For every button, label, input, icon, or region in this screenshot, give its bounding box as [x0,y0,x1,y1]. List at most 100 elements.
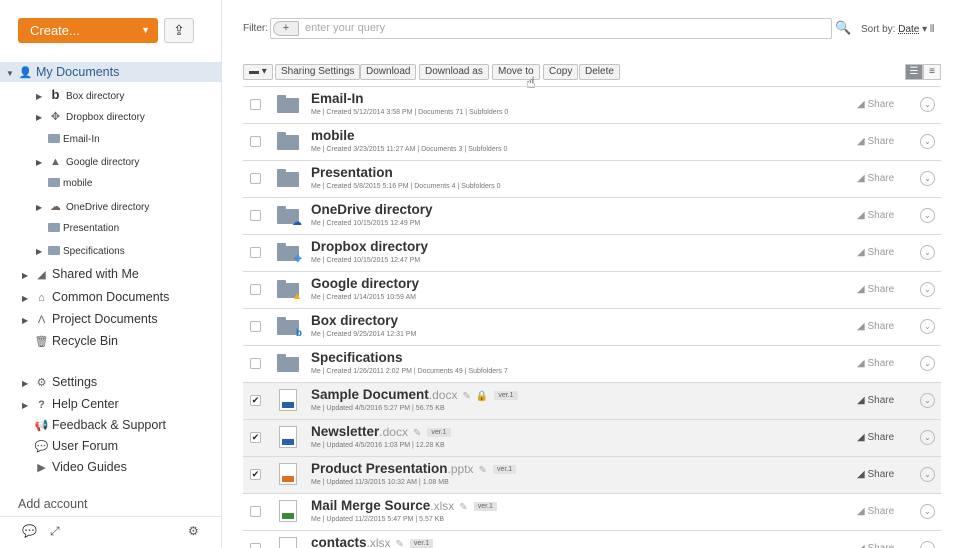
file-title[interactable]: contacts.xlsx ✎ ver.1 [311,535,434,548]
file-title[interactable]: Email-In [311,91,364,106]
tree-item-shared-with-me[interactable]: ▶ ◢ Shared with Me [22,264,139,284]
pencil-icon[interactable]: ✎ [413,428,421,439]
file-row[interactable]: Mail Merge Source.xlsx ✎ ver.1 Me | Updated… [243,493,941,530]
file-row[interactable]: Email-In Me | Created 5/12/2014 3:58 PM |… [243,86,941,123]
search-icon[interactable]: 🔍 [835,20,851,36]
row-menu-icon[interactable]: ⌄ [920,245,935,260]
row-menu-icon[interactable]: ⌄ [920,171,935,186]
share-button[interactable]: ◢ Share [857,432,894,443]
plus-icon[interactable]: + [273,21,299,36]
tree-item-my-documents[interactable]: ▼ 👤 My Documents [0,62,222,82]
version-badge[interactable]: ver.1 [409,539,434,548]
row-checkbox[interactable] [250,358,261,369]
share-button[interactable]: ◢ Share [857,469,894,480]
file-row[interactable]: contacts.xlsx ✎ ver.1 ◢ Share ⌄ [243,530,941,548]
row-checkbox[interactable] [250,284,261,295]
row-menu-icon[interactable]: ⌄ [920,504,935,519]
share-button[interactable]: ◢ Share [857,247,894,258]
filter-input[interactable]: enter your query [305,22,385,34]
tree-arrow-icon[interactable]: ▶ [22,374,34,394]
row-checkbox[interactable] [250,173,261,184]
file-row[interactable]: Presentation Me | Created 5/8/2015 5:16 P… [243,160,941,197]
sort-value[interactable]: Date [898,24,919,35]
file-row[interactable]: mobile Me | Created 3/23/2015 11:27 AM | … [243,123,941,160]
lock-icon[interactable]: 🔒 [476,391,488,402]
tree-arrow-icon[interactable]: ▶ [36,242,48,262]
share-button[interactable]: ◢ Share [857,506,894,517]
row-checkbox[interactable]: ✔ [250,469,261,480]
file-name[interactable]: contacts [311,535,367,548]
file-name[interactable]: Email-In [311,91,364,106]
share-button[interactable]: ◢ Share [857,210,894,221]
file-name[interactable]: Google directory [311,276,419,291]
share-button[interactable]: ◢ Share [857,358,894,369]
row-menu-icon[interactable]: ⌄ [920,541,935,548]
row-checkbox[interactable] [250,321,261,332]
file-name[interactable]: Newsletter [311,424,379,439]
tree-arrow-icon[interactable]: ▶ [36,198,48,218]
row-menu-icon[interactable]: ⌄ [920,319,935,334]
file-row[interactable]: Specifications Me | Created 1/26/2011 2:0… [243,345,941,382]
sharing-settings-button[interactable]: Sharing Settings [275,64,361,80]
file-title[interactable]: Box directory [311,313,398,328]
share-button[interactable]: ◢ Share [857,284,894,295]
delete-button[interactable]: Delete [579,64,620,80]
row-checkbox[interactable] [250,506,261,517]
file-title[interactable]: Presentation [311,165,393,180]
version-badge[interactable]: ver.1 [494,391,518,400]
download-button[interactable]: Download [360,64,417,80]
file-name[interactable]: Product Presentation [311,461,448,476]
tree-item-recycle-bin[interactable]: 🗑 Recycle Bin [34,331,118,351]
file-name[interactable]: OneDrive directory [311,202,433,217]
pencil-icon[interactable]: ✎ [479,465,487,476]
row-checkbox[interactable] [250,210,261,221]
file-row[interactable]: b Box directory Me | Created 9/25/2014 12:… [243,308,941,345]
tree-arrow-icon[interactable]: ▶ [22,289,34,309]
file-row[interactable]: ✥ Dropbox directory Me | Created 10/15/201… [243,234,941,271]
file-title[interactable]: Specifications [311,350,403,365]
sort-by[interactable]: Sort by: Date ▾ ⫴ [861,24,934,35]
file-name[interactable]: mobile [311,128,355,143]
tree-item-specifications[interactable]: ▶ Specifications [36,242,125,262]
tree-arrow-icon[interactable]: ▶ [22,266,34,286]
tree-item-user-forum[interactable]: 💬 User Forum [34,436,118,456]
gear-icon[interactable]: ⚙ [188,524,199,538]
pencil-icon[interactable]: ✎ [459,502,467,513]
tree-arrow-icon[interactable]: ▶ [36,87,48,107]
tree-arrow-icon[interactable]: ▶ [36,153,48,173]
list-view-icon[interactable]: ☰ [905,64,923,80]
version-badge[interactable]: ver.1 [427,428,451,437]
share-button[interactable]: ◢ Share [857,395,894,406]
tree-arrow-icon[interactable]: ▶ [22,311,34,331]
tree-item-video-guides[interactable]: ▶ Video Guides [34,457,127,477]
file-title[interactable]: Google directory [311,276,419,291]
row-checkbox[interactable] [250,543,261,548]
add-account-link[interactable]: Add account [18,497,88,511]
row-menu-icon[interactable]: ⌄ [920,356,935,371]
copy-button[interactable]: Copy [543,64,579,80]
tree-item-email-in[interactable]: Email-In [48,130,100,150]
tree-arrow-icon[interactable]: ▼ [6,64,18,84]
row-menu-icon[interactable]: ⌄ [920,134,935,149]
share-button[interactable]: ◢ Share [857,543,894,548]
tree-item-onedrive[interactable]: ▶ ☁ OneDrive directory [36,197,149,217]
row-checkbox[interactable]: ✔ [250,395,261,406]
select-all-toggle[interactable]: ▬ ▾ [243,64,273,80]
tree-item-help-center[interactable]: ▶? Help Center [22,394,119,414]
row-menu-icon[interactable]: ⌄ [920,467,935,482]
tree-item-project-documents[interactable]: ▶ Λ Project Documents [22,309,158,329]
compact-view-icon[interactable]: ≡ [923,64,941,80]
chat-icon[interactable]: 💬 [22,524,37,538]
chevron-down-icon[interactable]: ▾ [922,24,927,35]
tree-item-mobile[interactable]: mobile [48,174,92,194]
tree-arrow-icon[interactable]: ▶ [36,108,48,128]
file-name[interactable]: Specifications [311,350,403,365]
row-menu-icon[interactable]: ⌄ [920,208,935,223]
file-title[interactable]: mobile [311,128,355,143]
tree-item-presentation[interactable]: Presentation [48,219,119,239]
version-badge[interactable]: ver.1 [492,465,517,474]
file-name[interactable]: Dropbox directory [311,239,428,254]
tree-item-dropbox[interactable]: ▶ ✥ Dropbox directory [36,107,145,127]
tree-item-common-documents[interactable]: ▶ ⌂ Common Documents [22,287,169,307]
file-row[interactable]: ▲ Google directory Me | Created 1/14/2015 … [243,271,941,308]
